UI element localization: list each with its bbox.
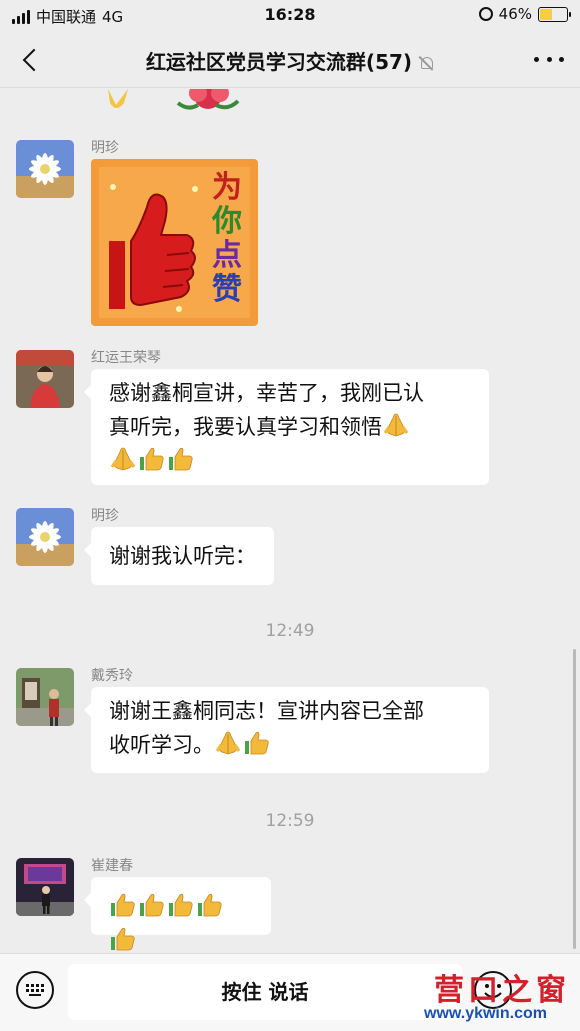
status-bar: 中国联通 4G 16:28 46% [0, 0, 580, 30]
mute-icon [418, 55, 434, 71]
sticker-char: 点 [212, 238, 242, 273]
avatar[interactable] [16, 668, 74, 726]
message-bubble[interactable] [84, 877, 271, 935]
message-text: 真听完，我要认真学习和领悟 [109, 415, 382, 439]
pray-emoji [382, 412, 410, 438]
thumbs-up-emoji [138, 892, 166, 918]
watermark-logo: 营口之窗 www.ykwin.com [420, 963, 580, 1029]
sender-name: 戴秀玲 [91, 668, 133, 684]
time-divider: 12:59 [265, 811, 315, 831]
thumbs-up-emoji [138, 446, 166, 472]
sender-name: 红运王荣琴 [91, 350, 161, 366]
message-text: 谢谢王鑫桐同志！宣讲内容已全部 [109, 699, 424, 723]
message-text: 谢谢我认听完： [109, 544, 256, 568]
battery-icon [538, 6, 571, 22]
message-bubble[interactable]: 谢谢我认听完： [84, 527, 274, 585]
sticker-char: 你 [212, 204, 242, 239]
thumbs-up-emoji [243, 730, 271, 756]
previous-sticker[interactable] [102, 89, 252, 113]
time-divider: 12:49 [265, 621, 315, 641]
chat-title[interactable]: 红运社区党员学习交流群(57) [0, 46, 580, 75]
thumbs-up-emoji [109, 926, 137, 952]
thumbs-up-emoji [167, 892, 195, 918]
hold-to-talk-button[interactable]: 按住 说话 [68, 964, 462, 1020]
chat-header: 红运社区党员学习交流群(57) [0, 30, 580, 88]
avatar[interactable] [16, 350, 74, 408]
sticker-char: 赞 [212, 272, 242, 307]
sender-name: 崔建春 [91, 858, 133, 874]
thumbs-up-sticker[interactable]: 为 你 点 赞 [91, 159, 258, 326]
message-bubble[interactable]: 谢谢王鑫桐同志！宣讲内容已全部 收听学习。 [84, 687, 489, 773]
message-bubble[interactable]: 感谢鑫桐宣讲，幸苦了，我刚已认 真听完，我要认真学习和领悟 [84, 369, 489, 485]
scrollbar[interactable] [573, 649, 576, 949]
sender-name: 明珍 [91, 140, 119, 156]
watermark-url: www.ykwin.com [424, 1005, 547, 1022]
sticker-char: 为 [212, 170, 242, 205]
pray-emoji [109, 446, 137, 472]
pray-emoji [214, 730, 242, 756]
more-button[interactable] [534, 46, 564, 72]
message-list[interactable]: 明珍 为 你 点 赞 红运王荣琴 感谢鑫桐宣讲，幸苦了，我刚已认 真听完，我要认… [0, 89, 580, 953]
thumbs-up-emoji [109, 892, 137, 918]
sender-name: 明珍 [91, 508, 119, 524]
message-text: 感谢鑫桐宣讲，幸苦了，我刚已认 [109, 381, 424, 405]
battery-percent: 46% [498, 5, 532, 23]
chat-title-text: 红运社区党员学习交流群(57) [145, 50, 413, 74]
message-text: 收听学习。 [109, 733, 214, 757]
thumbs-up-emoji [196, 892, 224, 918]
watermark-title: 营口之窗 [434, 973, 570, 1008]
rotation-lock-icon [478, 7, 493, 21]
keyboard-icon[interactable] [16, 971, 54, 1009]
avatar[interactable] [16, 508, 74, 566]
avatar[interactable] [16, 140, 74, 198]
avatar[interactable] [16, 858, 74, 916]
thumbs-up-emoji [167, 446, 195, 472]
